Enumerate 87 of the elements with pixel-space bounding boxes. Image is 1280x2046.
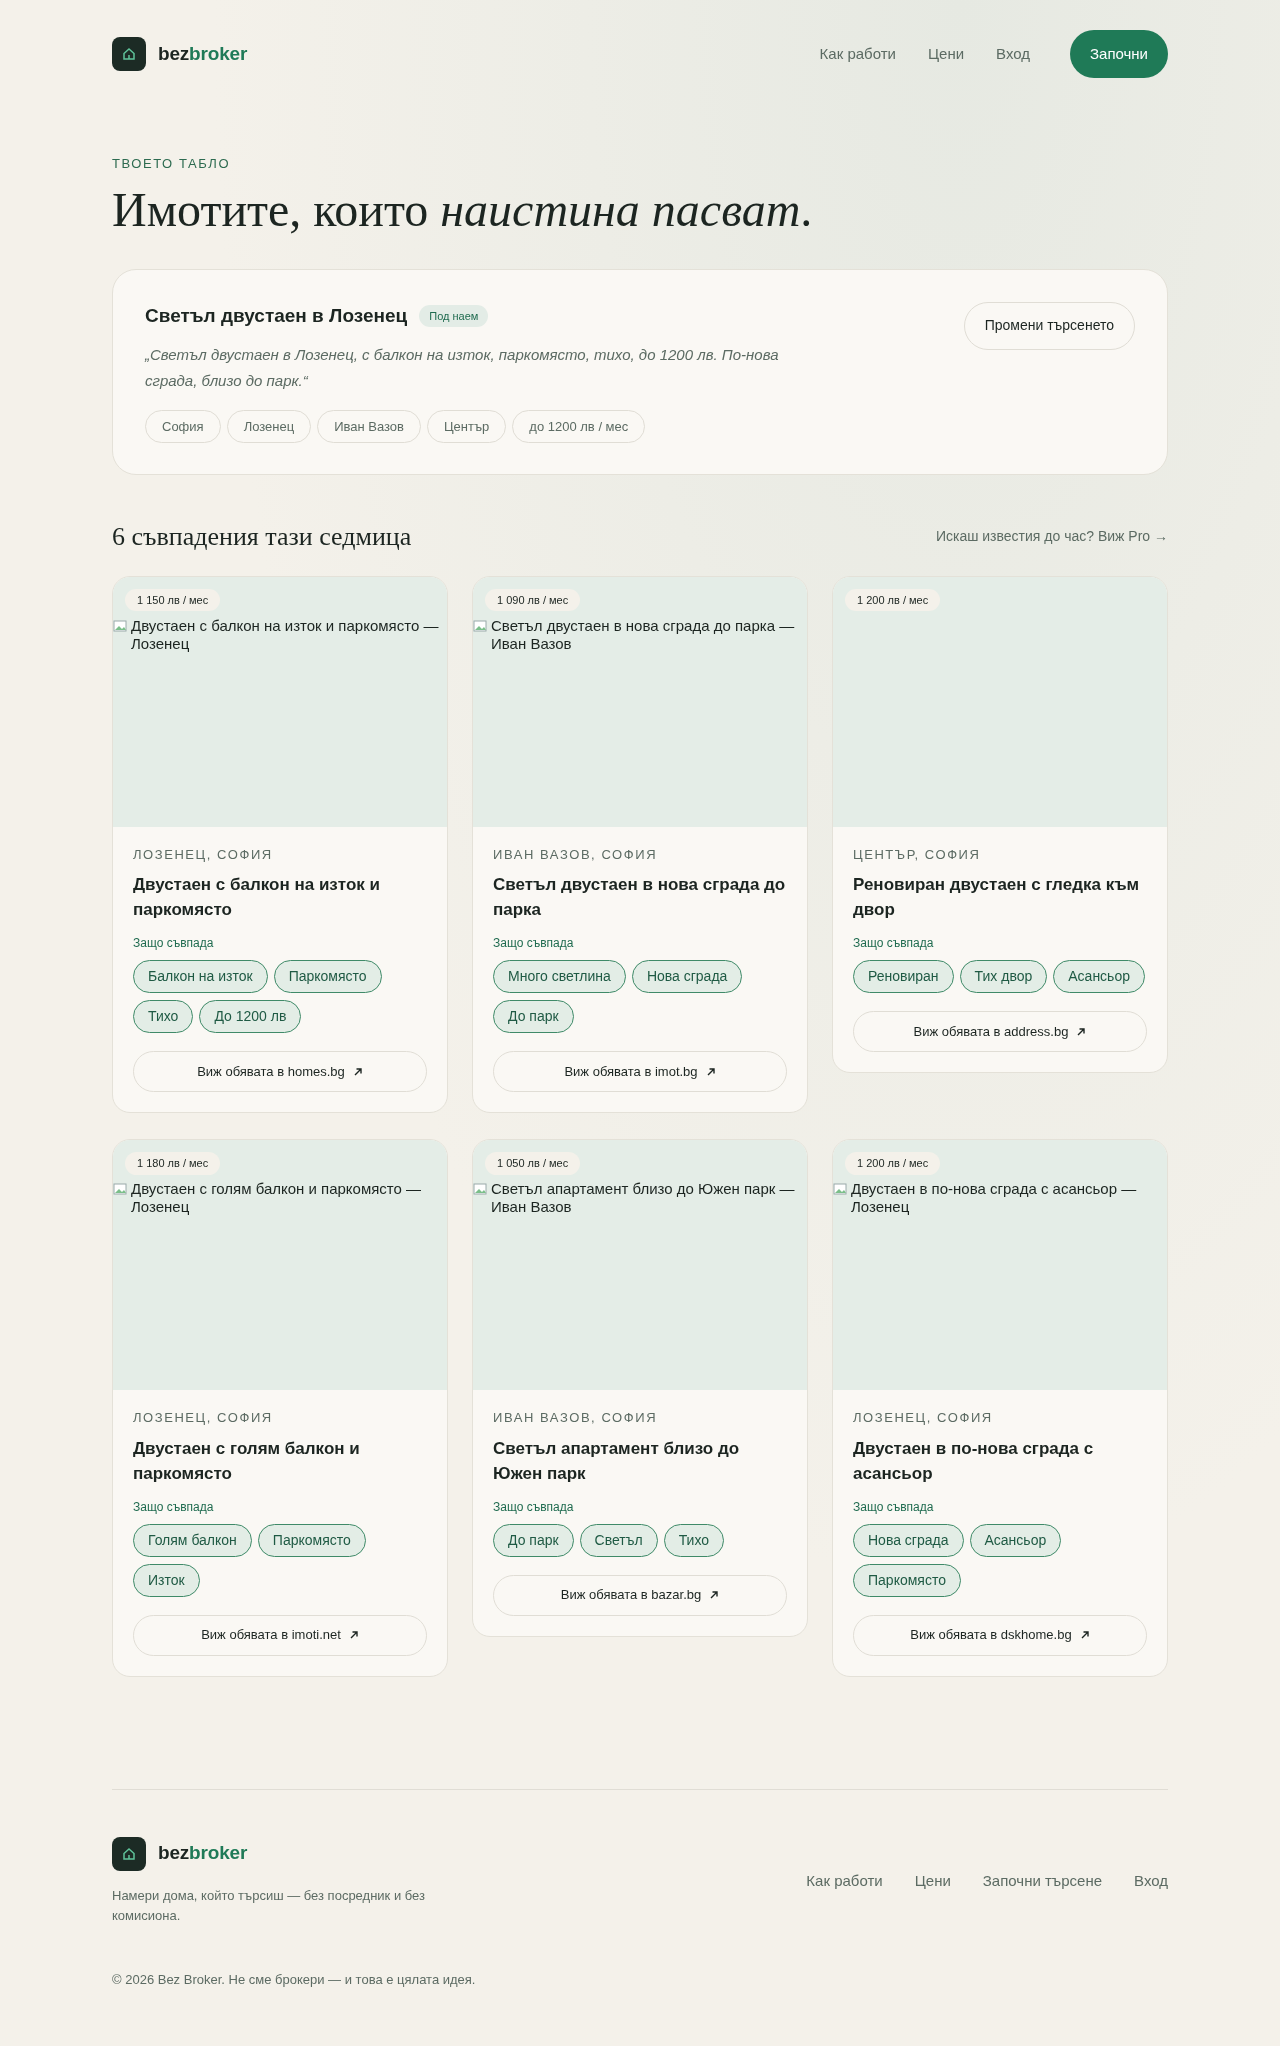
image-alt-text: Светъл апартамент близо до Южен парк — Иван Вазов [491, 1180, 796, 1217]
filter-chip: Лозенец [226, 410, 312, 444]
listing-location: ЛОЗЕНЕЦ, СОФИЯ [853, 1409, 994, 1428]
match-tag: Паркомясто [257, 1523, 366, 1557]
footer-link[interactable]: Започни търсене [982, 1869, 1103, 1893]
logo-icon [112, 1836, 146, 1871]
logo-icon [112, 37, 146, 71]
external-link-icon [709, 1590, 720, 1601]
match-tag: Паркомясто [853, 1563, 961, 1597]
match-tag: Тих двор [959, 960, 1048, 994]
match-tag: Нова сграда [853, 1523, 964, 1557]
nav-link[interactable]: Как работи [819, 42, 896, 66]
match-tag: Светъл [579, 1523, 658, 1557]
match-tag: До парк [493, 1523, 574, 1557]
external-link-icon [705, 1066, 716, 1077]
listing-location: ЦЕНТЪР, СОФИЯ [853, 845, 982, 864]
match-tag: Нова сграда [631, 960, 743, 994]
brand-name: bezbroker [158, 41, 248, 66]
results-heading: 6 съвпадения тази седмица [112, 520, 412, 553]
brand-name: bezbroker [158, 1841, 248, 1866]
price-badge: 1 200 лв / мес [845, 1152, 941, 1175]
pro-link[interactable]: Искаш известия до час? Виж Pro → [935, 525, 1168, 547]
match-tag: Голям балкон [133, 1523, 252, 1557]
filter-chip: Център [427, 410, 507, 444]
eyebrow-label: ТВОЕТО ТАБЛО [112, 155, 232, 173]
rental-tag: Под наем [419, 304, 489, 328]
filter-chip: до 1200 лв / мес [512, 410, 646, 444]
external-link-icon [1076, 1026, 1087, 1037]
page-headline: Имотите, които наистина пасват. [112, 181, 814, 237]
price-badge: 1 050 лв / мес [485, 1152, 581, 1175]
external-link-icon [348, 1630, 359, 1641]
match-label: Защо съвпада [133, 1498, 215, 1516]
listing-title: Реновиран двустаен с гледка към двор [853, 874, 1141, 922]
footer-tagline: Намери дома, който търсиш — без посредник и без комисиона. [112, 1886, 426, 1925]
listing-link[interactable]: Виж обявата в dskhome.bg [853, 1614, 1147, 1656]
match-tag: Асансьор [1053, 960, 1145, 994]
listing-location: ИВАН ВАЗОВ, СОФИЯ [493, 845, 659, 864]
start-button[interactable]: Започни [1070, 30, 1168, 78]
match-label: Защо съвпада [133, 935, 215, 953]
match-tag: Балкон на изток [133, 960, 268, 994]
image-alt-text: Светъл двустаен в нова сграда до парка — Иван Вазов [491, 616, 796, 653]
listing-location: ЛОЗЕНЕЦ, СОФИЯ [133, 845, 274, 864]
image-alt-text: Двустаен в по-нова сграда с асансьор — Лозенец [851, 1180, 1138, 1217]
match-tag: До парк [493, 1000, 574, 1034]
match-label: Защо съвпада [493, 935, 575, 953]
price-badge: 1 090 лв / мес [485, 588, 581, 612]
listing-link[interactable]: Виж обявата в imoti.net [133, 1614, 427, 1656]
search-query: „Светъл двустаен в Лозенец, с балкон на изток, паркомясто, тихо, до 1200 лв. По-нова сграда, близо до парк.“ [145, 345, 780, 392]
price-badge: 1 180 лв / мес [125, 1152, 221, 1175]
filter-chip: Иван Вазов [317, 410, 421, 444]
footer-link[interactable]: Цени [914, 1869, 951, 1893]
nav-link[interactable]: Цени [927, 42, 965, 66]
listing-link[interactable]: Виж обявата в homes.bg [133, 1051, 427, 1093]
listing-link[interactable]: Виж обявата в bazar.bg [493, 1574, 787, 1616]
match-tag: Асансьор [969, 1523, 1062, 1557]
match-tag: Много светлина [493, 960, 626, 994]
image-alt-text: Двустаен с голям балкон и паркомясто — Лозенец [131, 1180, 423, 1217]
listing-link[interactable]: Виж обявата в address.bg [853, 1011, 1147, 1053]
external-link-icon [352, 1066, 363, 1077]
search-title: Светъл двустаен в Лозенец [145, 303, 408, 328]
filter-chip: София [145, 410, 221, 444]
listing-title: Двустаен с балкон на изток и паркомясто [133, 874, 381, 922]
match-tag: Реновиран [853, 960, 954, 994]
match-tag: Тихо [133, 1000, 194, 1034]
listing-link[interactable]: Виж обявата в imot.bg [493, 1051, 787, 1093]
listing-location: ИВАН ВАЗОВ, СОФИЯ [493, 1409, 659, 1428]
match-label: Защо съвпада [853, 1498, 935, 1516]
listing-title: Светъл двустаен в нова сграда до парка [493, 874, 787, 922]
external-link-icon [1079, 1630, 1090, 1641]
listing-title: Светъл апартамент близо до Южен парк [493, 1437, 741, 1485]
match-tag: До 1200 лв [199, 1000, 302, 1034]
listing-title: Двустаен с голям балкон и паркомясто [133, 1437, 361, 1485]
match-label: Защо съвпада [853, 935, 935, 953]
price-badge: 1 150 лв / мес [125, 588, 221, 612]
edit-search-button[interactable]: Промени търсенето [963, 301, 1135, 350]
footer-link[interactable]: Как работи [806, 1869, 883, 1893]
footer-link[interactable]: Вход [1134, 1869, 1168, 1893]
copyright-text: © 2026 Bez Broker. Не сме брокери — и това е цялата идея. [112, 1970, 477, 1989]
price-badge: 1 200 лв / мес [845, 588, 941, 612]
nav-link[interactable]: Вход [996, 42, 1030, 66]
match-label: Защо съвпада [493, 1498, 575, 1516]
match-tag: Паркомясто [273, 960, 382, 994]
listing-title: Двустаен в по-нова сграда с асансьор [853, 1437, 1095, 1485]
image-alt-text: Двустаен с балкон на изток и паркомясто — Лозенец [131, 616, 439, 653]
match-tag: Изток [133, 1563, 200, 1597]
listing-location: ЛОЗЕНЕЦ, СОФИЯ [133, 1409, 274, 1428]
match-tag: Тихо [663, 1523, 725, 1557]
